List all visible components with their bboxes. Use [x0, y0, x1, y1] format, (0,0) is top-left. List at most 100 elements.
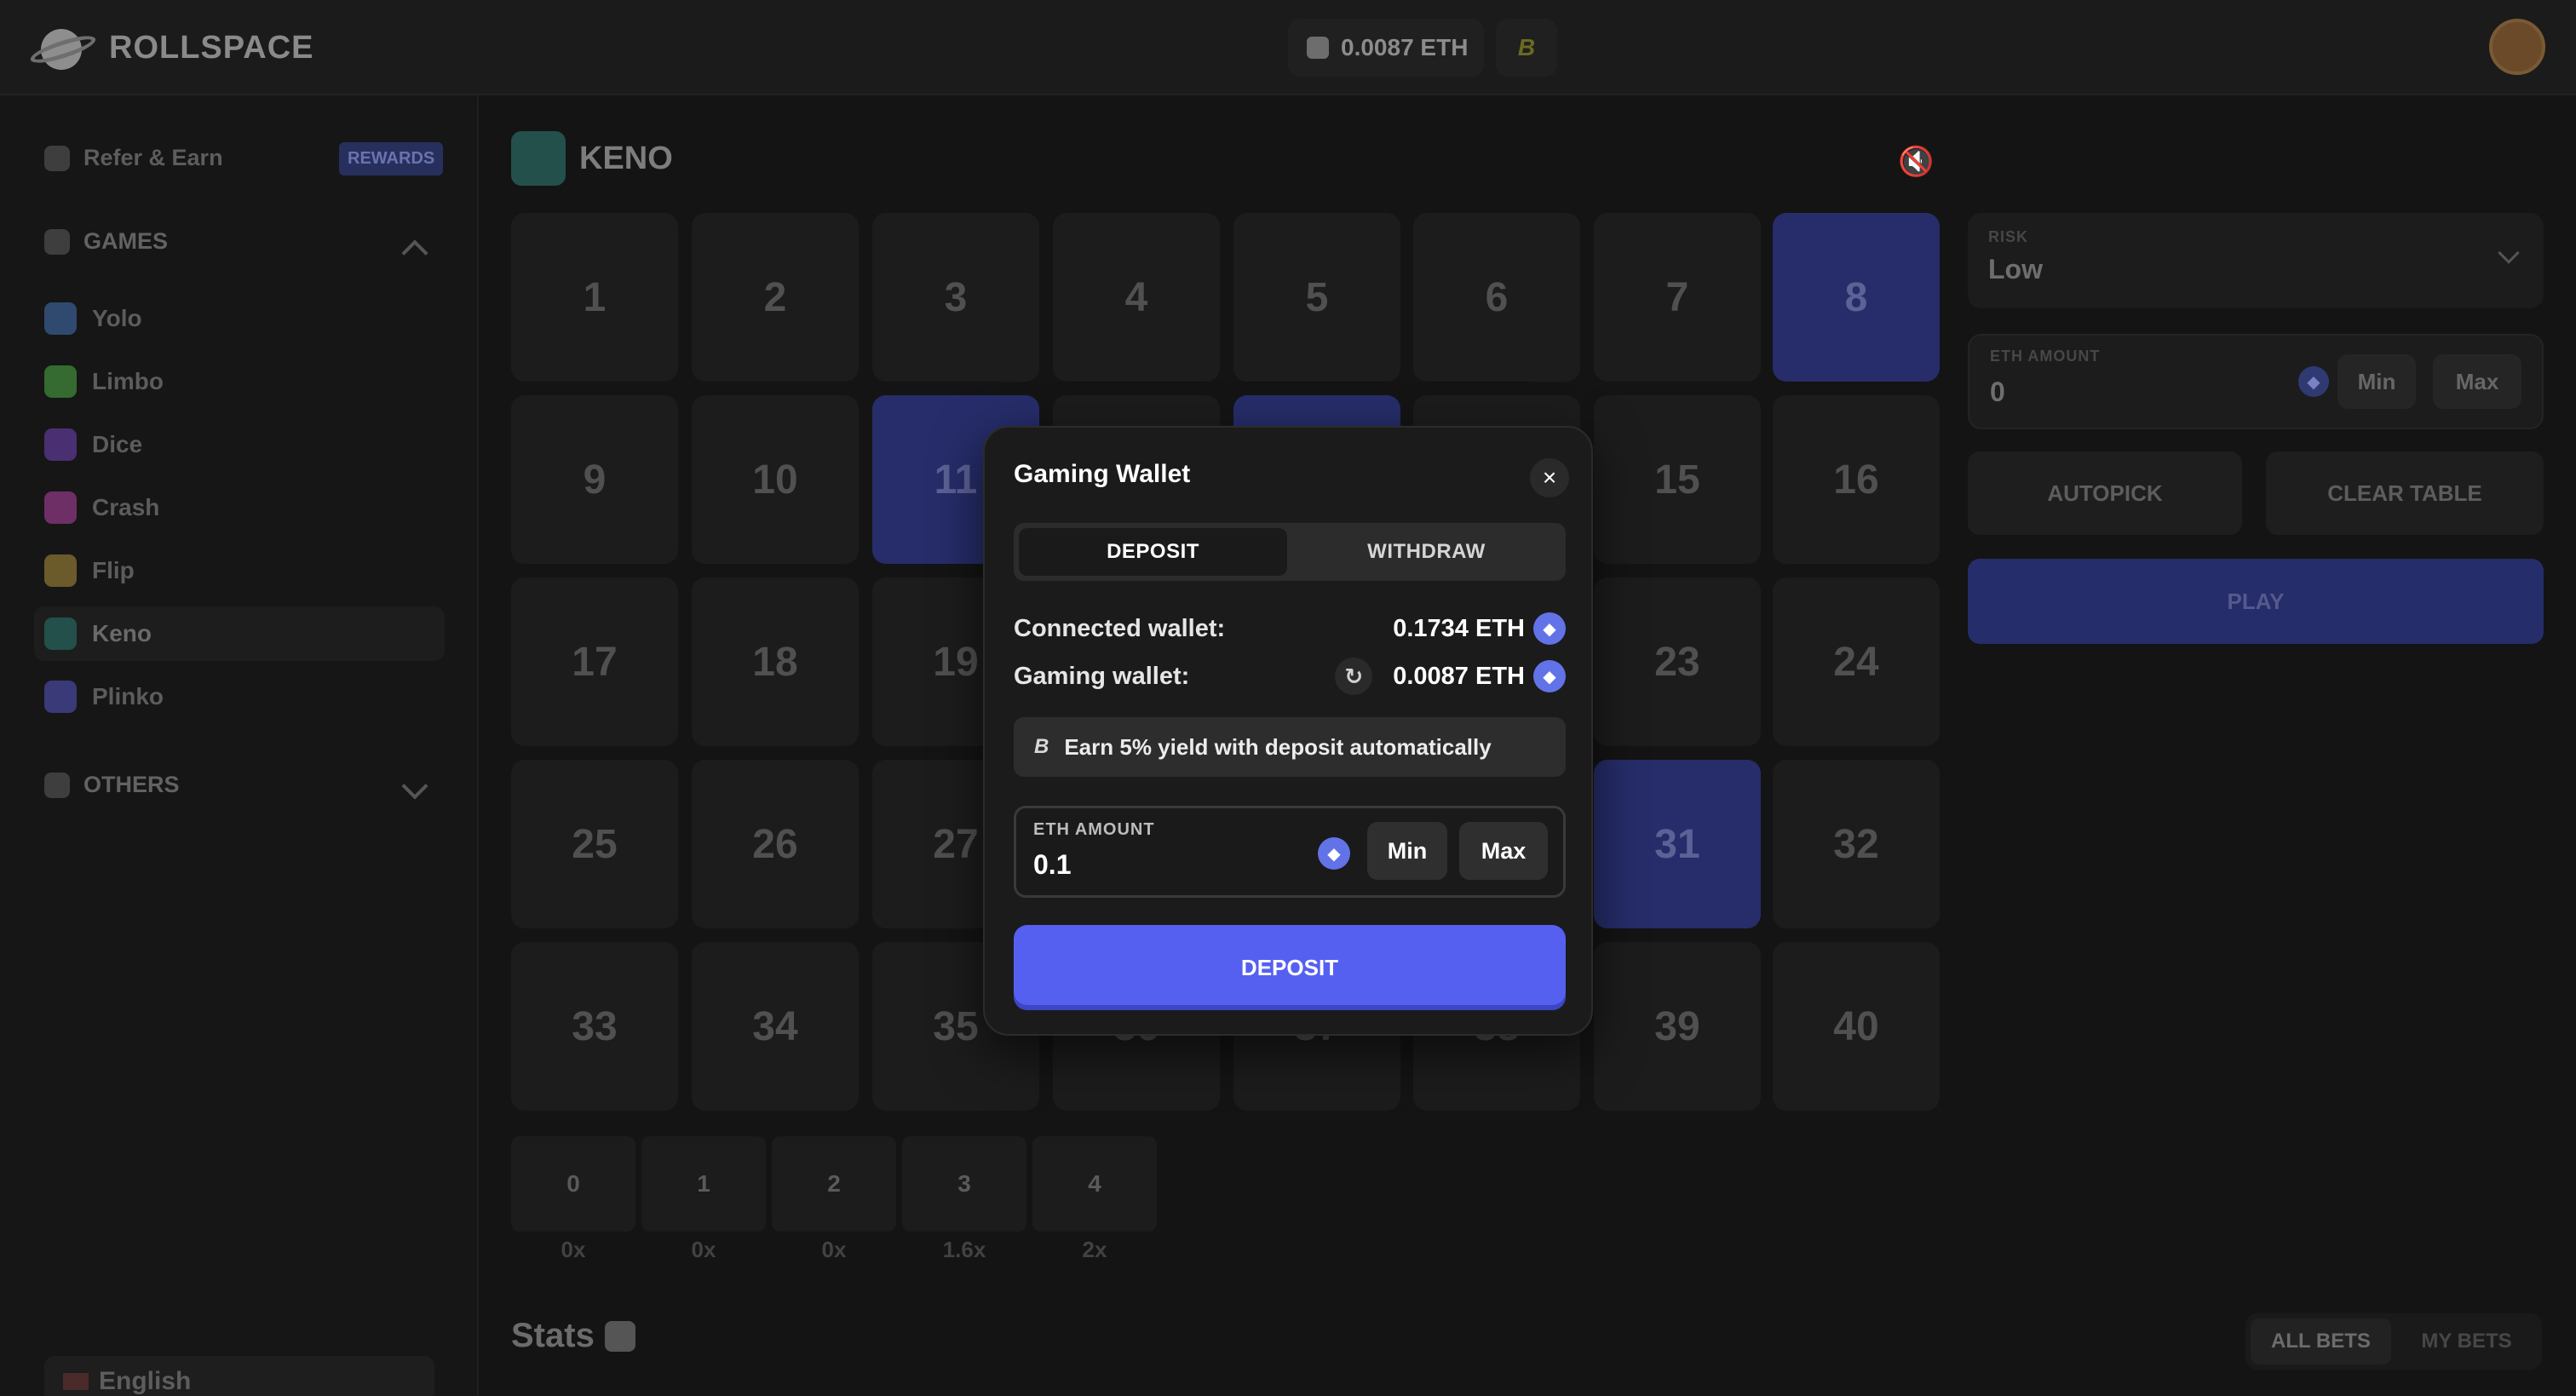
avatar[interactable]	[2489, 19, 2545, 75]
sidebar-item-keno[interactable]: Keno	[34, 606, 445, 661]
keno-cell[interactable]: 18	[692, 577, 859, 746]
page-title: KENO	[511, 131, 673, 186]
keno-cell[interactable]: 2	[692, 213, 859, 382]
close-button[interactable]: ×	[1530, 458, 1569, 497]
keno-cell[interactable]: 8	[1773, 213, 1940, 382]
eth-amount-label: ETH AMOUNT	[1033, 820, 1155, 839]
others-section-label: OTHERS	[83, 772, 180, 797]
stats-heading: Stats	[511, 1317, 635, 1355]
keno-cell[interactable]: 39	[1594, 942, 1761, 1111]
stats-title: Stats	[511, 1317, 595, 1354]
keno-cell[interactable]: 1	[511, 213, 678, 382]
top-bar: ROLLSPACE 0.0087 ETH B	[0, 0, 2576, 95]
sidebar: Refer & Earn REWARDS GAMES Yolo Limbo Di…	[0, 95, 479, 1396]
keno-cell[interactable]: 26	[692, 760, 859, 928]
keno-icon	[511, 131, 566, 186]
risk-select[interactable]: RISK Low	[1968, 213, 2544, 308]
sidebar-item-crash[interactable]: Crash	[34, 480, 445, 535]
payout-hits: 4	[1032, 1136, 1157, 1232]
sidebar-item-yolo[interactable]: Yolo	[34, 291, 445, 346]
sidebar-item-label: Limbo	[92, 368, 164, 394]
eth-icon: ◆	[2298, 366, 2329, 397]
keno-cell[interactable]: 33	[511, 942, 678, 1111]
keno-cell[interactable]: 6	[1413, 213, 1580, 382]
sidebar-item-dice[interactable]: Dice	[34, 417, 445, 472]
logo-text: ROLLSPACE	[109, 29, 314, 66]
keno-cell[interactable]: 31	[1594, 760, 1761, 928]
sidebar-item-label: Dice	[92, 431, 143, 457]
keno-cell[interactable]: 7	[1594, 213, 1761, 382]
connected-wallet-label: Connected wallet:	[1014, 614, 1226, 642]
refer-earn-link[interactable]: Refer & Earn	[44, 145, 223, 171]
keno-cell[interactable]: 34	[692, 942, 859, 1111]
max-button[interactable]: Max	[1459, 822, 1548, 880]
deposit-withdraw-tabs: DEPOSIT WITHDRAW	[1014, 523, 1566, 581]
tab-my-bets[interactable]: MY BETS	[2396, 1318, 2537, 1364]
keno-cell[interactable]: 10	[692, 395, 859, 564]
payout-hits: 2	[772, 1136, 896, 1232]
language-select[interactable]: English	[44, 1356, 434, 1396]
play-button[interactable]: PLAY	[1968, 559, 2544, 644]
blast-icon: B	[1517, 34, 1536, 60]
chevron-down-icon[interactable]	[401, 773, 428, 800]
sidebar-item-label: Flip	[92, 557, 135, 583]
keno-cell[interactable]: 32	[1773, 760, 1940, 928]
keno-cell[interactable]: 17	[511, 577, 678, 746]
yield-notice: B Earn 5% yield with deposit automatical…	[1014, 717, 1566, 777]
payout-hits: 3	[902, 1136, 1026, 1232]
rewards-badge[interactable]: REWARDS	[339, 142, 444, 175]
eth-amount-field[interactable]: ETH AMOUNT 0 ◆ Min Max	[1968, 334, 2544, 429]
blast-icon: B	[1034, 735, 1049, 758]
payout-hits: 0	[511, 1136, 635, 1232]
tab-all-bets[interactable]: ALL BETS	[2251, 1318, 2391, 1364]
eth-amount-label: ETH AMOUNT	[1990, 348, 2101, 365]
keno-cell[interactable]: 9	[511, 395, 678, 564]
autopick-button[interactable]: AUTOPICK	[1968, 451, 2242, 535]
keno-cell[interactable]: 5	[1233, 213, 1400, 382]
refresh-icon[interactable]: ↻	[1335, 658, 1373, 695]
payout-multiplier: 2x	[1082, 1237, 1107, 1262]
others-section-toggle[interactable]: OTHERS	[44, 772, 180, 798]
payout-multiplier: 1.6x	[942, 1237, 986, 1262]
sidebar-item-flip[interactable]: Flip	[34, 543, 445, 598]
sidebar-item-label: Plinko	[92, 683, 164, 709]
eth-icon: ◆	[1533, 612, 1566, 645]
deposit-button[interactable]: DEPOSIT	[1014, 925, 1566, 1010]
eth-amount-input[interactable]	[1033, 844, 1314, 885]
gaming-wallet-modal: Gaming Wallet × DEPOSIT WITHDRAW Connect…	[983, 426, 1593, 1036]
gaming-wallet-row: Gaming wallet: ↻ 0.0087 ETH ◆	[1014, 658, 1566, 695]
keno-cell[interactable]: 23	[1594, 577, 1761, 746]
plinko-icon	[44, 681, 77, 713]
sidebar-item-limbo[interactable]: Limbo	[34, 354, 445, 409]
blast-button[interactable]: B	[1496, 19, 1557, 77]
eth-icon: ◆	[1533, 660, 1566, 692]
mute-icon[interactable]: 🔇	[1898, 145, 1934, 179]
keno-cell[interactable]: 3	[872, 213, 1039, 382]
keno-cell[interactable]: 24	[1773, 577, 1940, 746]
min-button[interactable]: Min	[1367, 822, 1447, 880]
chevron-down-icon	[2498, 242, 2520, 264]
tab-deposit[interactable]: DEPOSIT	[1019, 528, 1287, 576]
max-button[interactable]: Max	[2433, 354, 2521, 409]
logo[interactable]: ROLLSPACE	[27, 22, 314, 73]
trophy-icon	[44, 145, 70, 171]
games-section-toggle[interactable]: GAMES	[44, 228, 168, 255]
eth-icon: ◆	[1318, 837, 1350, 870]
info-icon	[44, 772, 70, 798]
keno-cell[interactable]: 4	[1053, 213, 1220, 382]
risk-value: Low	[1988, 254, 2043, 284]
planet-logo-icon	[27, 24, 99, 72]
keno-cell[interactable]: 15	[1594, 395, 1761, 564]
keno-cell[interactable]: 40	[1773, 942, 1940, 1111]
chevron-up-icon[interactable]	[401, 239, 428, 267]
language-label: English	[99, 1367, 192, 1395]
wallet-balance-text: 0.0087 ETH	[1341, 34, 1469, 60]
sidebar-item-plinko[interactable]: Plinko	[34, 669, 445, 724]
keno-cell[interactable]: 25	[511, 760, 678, 928]
tab-withdraw[interactable]: WITHDRAW	[1292, 528, 1561, 576]
wallet-balance-button[interactable]: 0.0087 ETH	[1288, 19, 1484, 77]
keno-cell[interactable]: 16	[1773, 395, 1940, 564]
min-button[interactable]: Min	[2337, 354, 2416, 409]
app-root: ROLLSPACE 0.0087 ETH B Refer & Earn REWA…	[0, 0, 2576, 1396]
clear-table-button[interactable]: CLEAR TABLE	[2266, 451, 2544, 535]
